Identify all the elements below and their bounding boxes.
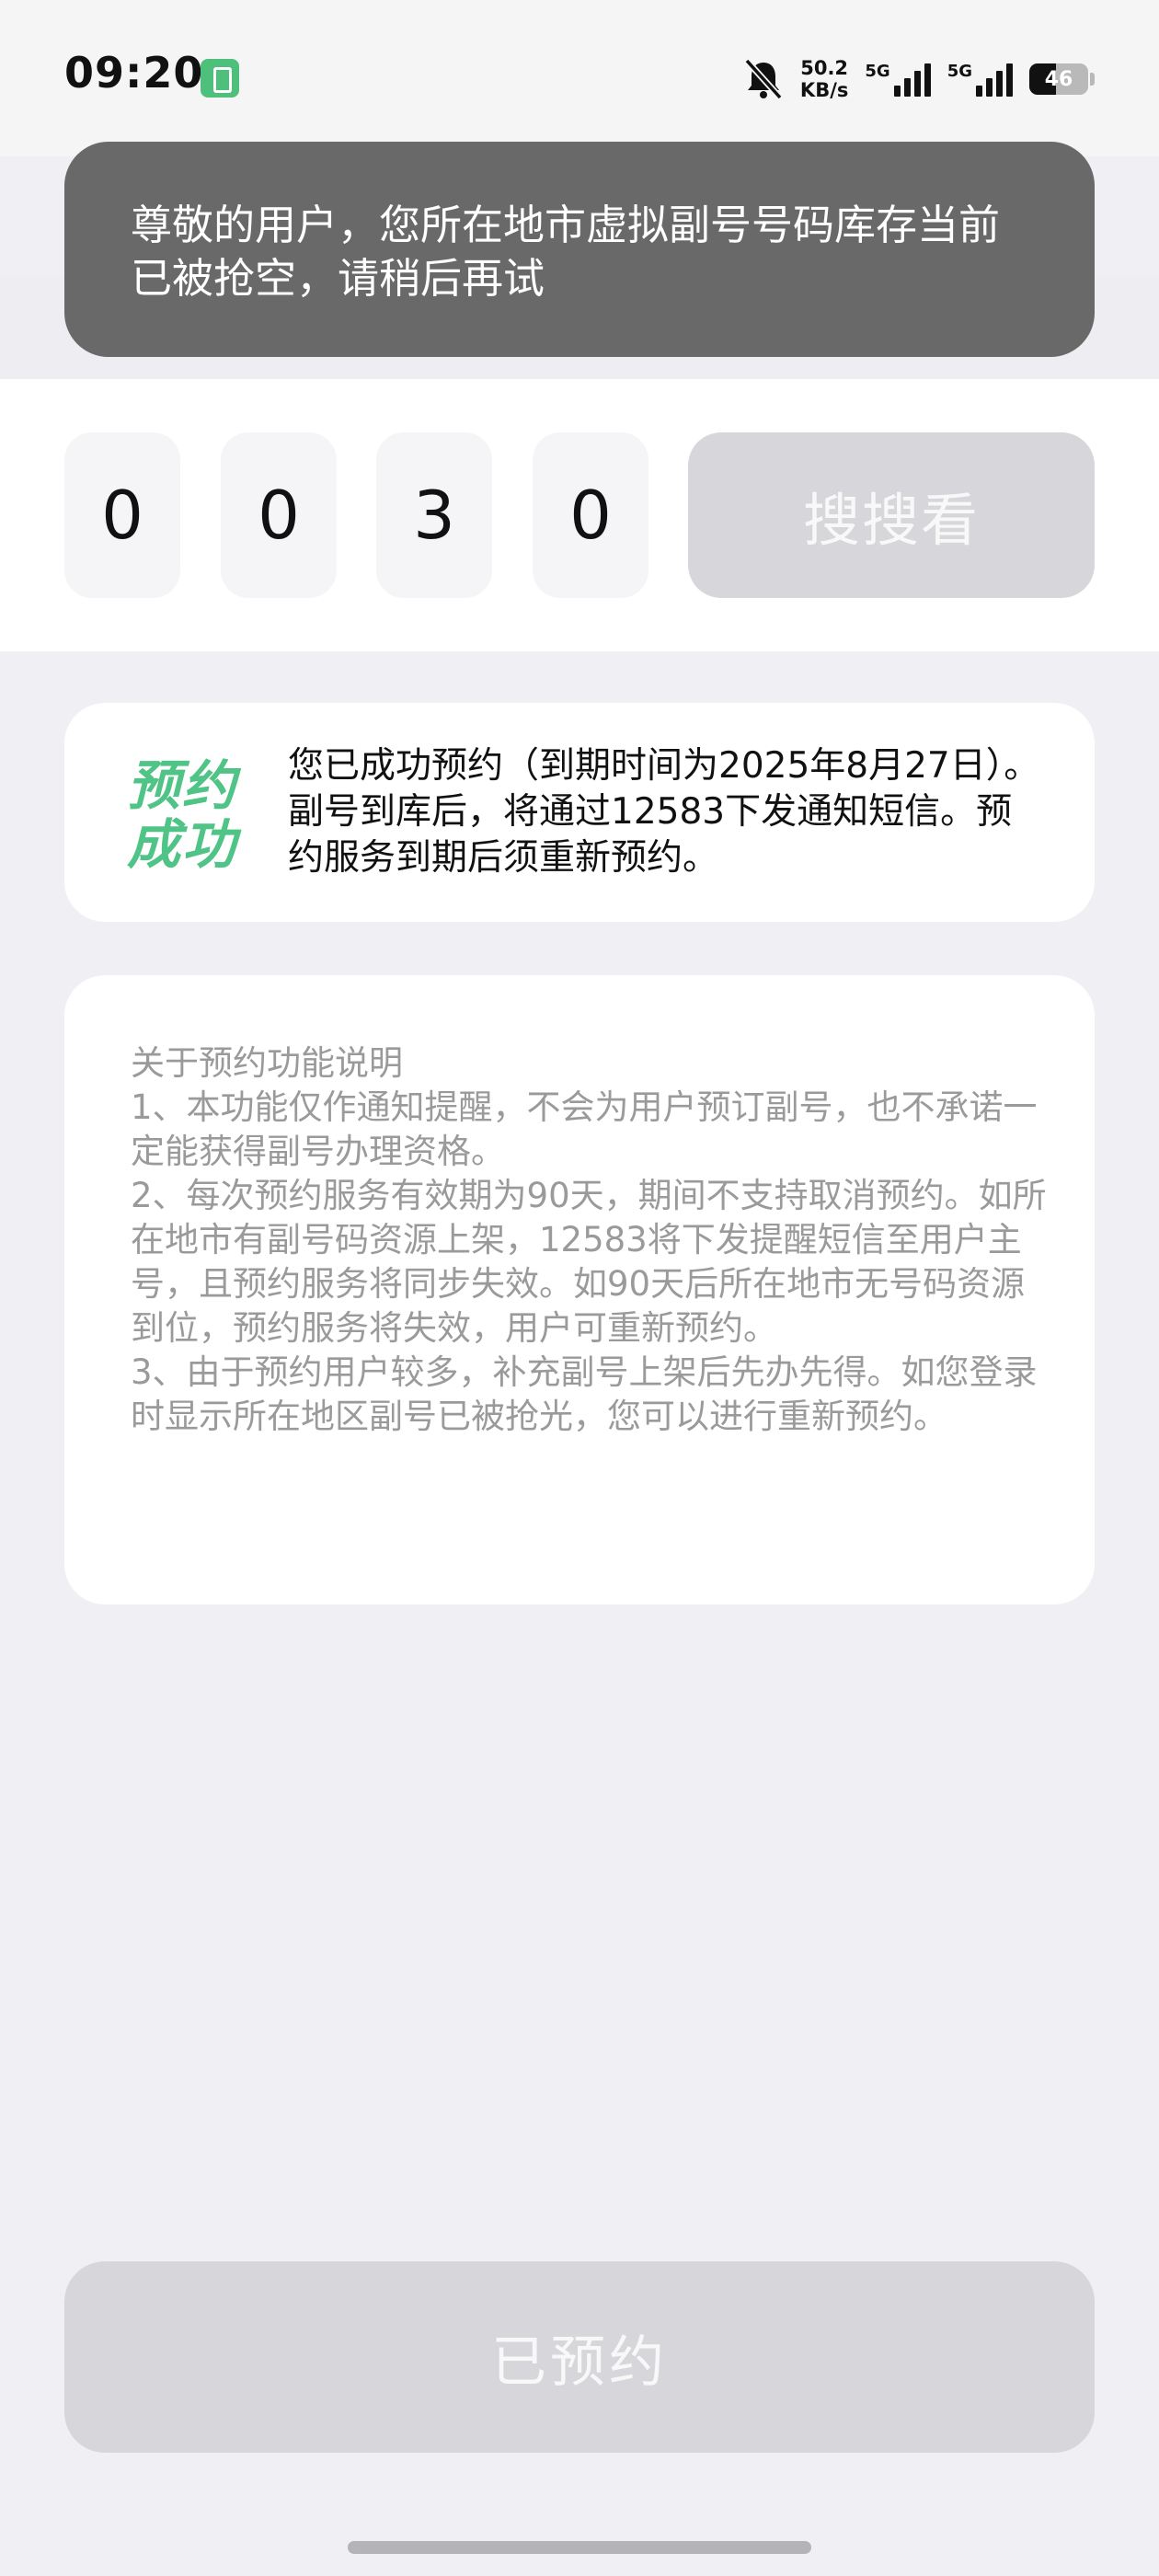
network-speed-value: 50.2 bbox=[800, 57, 849, 79]
digit-input-2[interactable]: 0 bbox=[221, 432, 337, 598]
success-stamp: 预约 成功 bbox=[127, 756, 256, 874]
reservation-message: 您已成功预约（到期时间为2025年8月27日）。副号到库后，将通过12583下发… bbox=[288, 745, 1040, 879]
success-stamp-line1: 预约 bbox=[127, 754, 238, 817]
reserved-button[interactable]: 已预约 bbox=[64, 2261, 1095, 2453]
status-time: 09:20 bbox=[64, 48, 204, 98]
signal-bars-icon bbox=[976, 62, 1013, 97]
search-button[interactable]: 搜搜看 bbox=[688, 432, 1095, 598]
digit-input-4[interactable]: 0 bbox=[533, 432, 648, 598]
home-indicator[interactable] bbox=[348, 2541, 811, 2554]
info-title: 关于预约功能说明 bbox=[131, 1043, 403, 1083]
info-item-2: 2、每次预约服务有效期为90天，期间不支持取消预约。如所在地市有副号码资源上架，… bbox=[131, 1176, 1047, 1348]
signal-1-label: 5G bbox=[865, 62, 890, 81]
battery-icon: 46 bbox=[1029, 63, 1088, 95]
toast-message: 尊敬的用户，您所在地市虚拟副号号码库存当前已被抢空，请稍后再试 bbox=[64, 142, 1095, 357]
signal-strength-2: 5G bbox=[947, 62, 1013, 97]
signal-2-label: 5G bbox=[947, 62, 972, 81]
reservation-info-card: 关于预约功能说明 1、本功能仅作通知提醒，不会为用户预订副号，也不承诺一定能获得… bbox=[64, 975, 1095, 1604]
digit-input-1[interactable]: 0 bbox=[64, 432, 180, 598]
signal-strength-1: 5G bbox=[865, 62, 931, 97]
status-icons: 50.2 KB/s 5G 5G 46 bbox=[743, 52, 1095, 107]
info-item-1: 1、本功能仅作通知提醒，不会为用户预订副号，也不承诺一定能获得副号办理资格。 bbox=[131, 1087, 1038, 1171]
success-stamp-line2: 成功 bbox=[127, 813, 238, 876]
network-speed: 50.2 KB/s bbox=[800, 57, 848, 101]
app-notification-icon bbox=[201, 59, 239, 98]
reservation-success-card: 预约 成功 您已成功预约（到期时间为2025年8月27日）。副号到库后，将通过1… bbox=[64, 703, 1095, 922]
digit-input-3[interactable]: 3 bbox=[376, 432, 492, 598]
status-bar: 09:20 50.2 KB/s 5G 5G 46 bbox=[0, 0, 1159, 156]
info-text: 关于预约功能说明 1、本功能仅作通知提醒，不会为用户预订副号，也不承诺一定能获得… bbox=[131, 1041, 1050, 1439]
network-speed-unit: KB/s bbox=[799, 79, 849, 101]
mute-bell-icon bbox=[744, 58, 783, 100]
info-item-3: 3、由于预约用户较多，补充副号上架后先办先得。如您登录时显示所在地区副号已被抢光… bbox=[131, 1352, 1038, 1436]
battery-level: 46 bbox=[1044, 67, 1073, 91]
signal-bars-icon bbox=[893, 62, 931, 97]
